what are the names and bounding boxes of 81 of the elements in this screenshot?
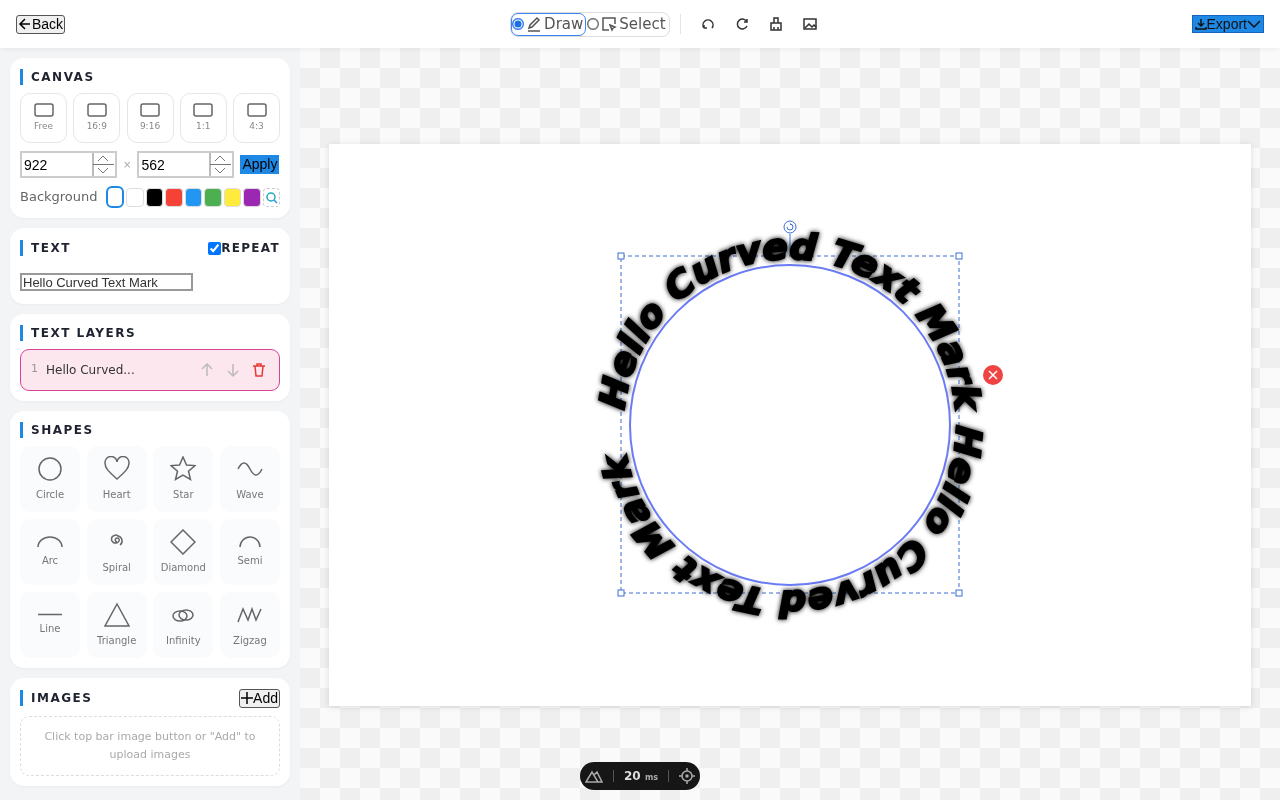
shape-button[interactable]: Wave — [219, 445, 280, 512]
shape-button[interactable]: Circle — [20, 445, 80, 512]
diamond-icon — [170, 528, 197, 555]
circle-icon — [37, 455, 63, 482]
cursor-icon — [601, 16, 618, 32]
shape-button[interactable]: Diamond — [153, 518, 214, 585]
trash-icon — [251, 361, 267, 378]
layer-name: Hello Curved... — [46, 361, 136, 379]
upload-hint: Click top bar image button or "Add" to upload images — [43, 728, 257, 763]
rectangle-icon — [193, 102, 214, 119]
shape-button[interactable]: Star — [153, 445, 214, 512]
checkbox-label[interactable]: REPEAT — [221, 239, 280, 257]
arrow-down-icon — [225, 361, 241, 378]
section-title: SHAPES — [20, 421, 280, 438]
stepper-icon — [92, 153, 114, 176]
line-icon — [37, 613, 63, 616]
section-title: IMAGES — [20, 690, 93, 706]
resize-handle[interactable] — [617, 252, 625, 260]
resize-handle[interactable] — [955, 589, 963, 597]
export-button[interactable]: Export — [1191, 15, 1264, 33]
number-field[interactable]: 562 — [137, 151, 235, 178]
shape-button[interactable]: Semi — [219, 518, 280, 585]
resize-handle[interactable] — [617, 589, 625, 597]
pencil-icon — [526, 16, 543, 32]
section-title: CANVAS — [20, 69, 280, 85]
shape-button[interactable]: Triangle — [86, 591, 147, 658]
section-title: TEXT — [20, 240, 71, 256]
arc-icon — [37, 535, 63, 548]
shape-button[interactable]: Zigzag — [219, 591, 280, 658]
preset-button[interactable]: 9:16 — [126, 93, 174, 143]
semicircle-icon — [238, 535, 261, 548]
preset-button[interactable]: 1:1 — [179, 93, 227, 143]
render-unit: ms — [644, 773, 658, 782]
star-icon — [170, 455, 197, 482]
color-picker-button[interactable] — [262, 187, 280, 207]
rectangle-icon — [86, 102, 107, 119]
arrow-up-icon — [199, 361, 215, 378]
back-button[interactable]: Back — [16, 14, 66, 34]
resize-handle[interactable] — [955, 252, 963, 260]
arrow-left-icon — [18, 17, 32, 31]
layer-number: 1 — [31, 361, 38, 378]
shape-button[interactable]: Infinity — [153, 591, 214, 658]
shape-button[interactable]: Heart — [86, 445, 147, 512]
upload-dropzone[interactable]: Click top bar image button or "Add" to upload images — [20, 715, 280, 776]
apply-button[interactable]: Apply — [240, 155, 280, 174]
undo-icon — [699, 16, 716, 32]
render-time: 20 ms — [624, 768, 658, 785]
add-button[interactable]: Add — [239, 688, 280, 708]
mountain-icon — [585, 769, 603, 783]
download-icon — [1194, 18, 1207, 30]
number-field[interactable]: 922 — [20, 151, 117, 178]
shape-button[interactable]: Spiral — [86, 518, 147, 585]
crosshair-icon — [679, 768, 695, 784]
broom-icon — [767, 16, 784, 32]
color-swatch[interactable] — [105, 186, 125, 208]
radio-icon — [512, 18, 525, 30]
preset-button[interactable]: 4:3 — [233, 93, 280, 143]
shape-button[interactable]: Line — [20, 591, 80, 658]
rectangle-icon — [33, 102, 54, 119]
times-sign: × — [123, 158, 132, 172]
rectangle-icon — [140, 102, 160, 119]
triangle-icon — [103, 601, 130, 628]
heart-icon — [103, 455, 130, 482]
shape-button[interactable]: Arc — [20, 518, 80, 585]
radio-icon — [587, 18, 600, 30]
section-title: TEXT LAYERS — [20, 324, 280, 341]
preset-button[interactable]: Free — [20, 93, 67, 143]
layer-action-button[interactable] — [251, 361, 267, 378]
layer-item[interactable]: 1 Hello Curved... — [20, 348, 280, 391]
mode-tab[interactable]: Select — [586, 12, 669, 36]
mode-tab[interactable]: Draw — [511, 12, 587, 36]
background-label: Background — [20, 188, 98, 207]
repeat-checkbox[interactable] — [208, 241, 222, 255]
text-input[interactable]: Hello Curved Text Mark — [20, 273, 193, 291]
preset-button[interactable]: 16:9 — [73, 93, 121, 143]
chevron-down-icon — [1247, 18, 1261, 30]
search-icon — [264, 190, 278, 204]
plus-icon — [241, 692, 254, 704]
rectangle-icon — [246, 102, 267, 119]
image-icon — [801, 16, 818, 32]
stepper-icon — [209, 153, 232, 176]
